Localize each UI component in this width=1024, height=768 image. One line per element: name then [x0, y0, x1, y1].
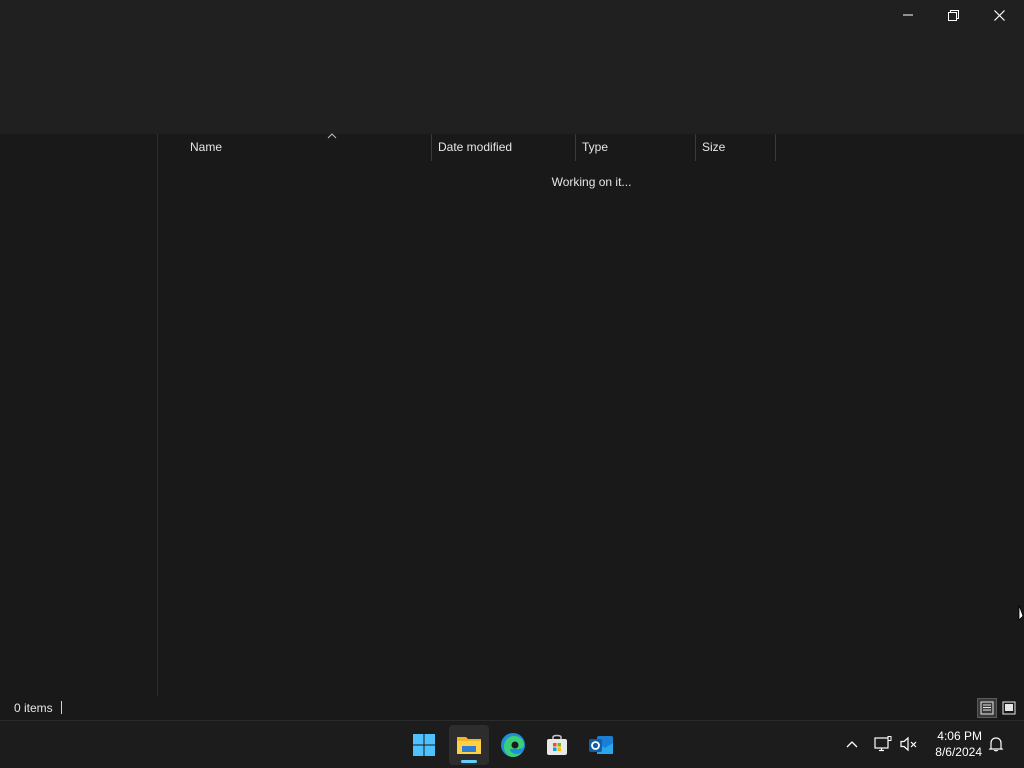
column-header-size[interactable]: Size	[695, 134, 775, 161]
volume-muted-icon	[900, 736, 917, 752]
taskbar-file-explorer[interactable]	[449, 725, 489, 765]
microsoft-store-icon	[547, 734, 567, 755]
close-icon	[993, 9, 1005, 21]
notification-button[interactable]	[985, 733, 1007, 755]
column-date-modified-label: Date modified	[438, 140, 513, 154]
navigation-pane[interactable]	[0, 134, 158, 696]
network-button[interactable]	[872, 733, 894, 755]
mouse-cursor-icon	[1018, 604, 1024, 621]
column-name-label: Name	[190, 140, 223, 154]
restore-button[interactable]	[930, 0, 976, 30]
notification-icon	[988, 737, 1004, 752]
minimize-button[interactable]	[885, 0, 931, 30]
clock-time: 4:06 PM	[937, 729, 982, 743]
column-separator[interactable]	[775, 134, 776, 161]
column-type-label: Type	[582, 140, 609, 154]
active-app-indicator	[461, 760, 477, 763]
chevron-up-icon	[846, 741, 858, 748]
start-icon	[413, 734, 435, 756]
close-button[interactable]	[976, 0, 1022, 30]
title-bar	[0, 0, 1024, 134]
file-explorer-icon	[457, 737, 481, 754]
column-header-date-modified[interactable]: Date modified	[431, 134, 575, 161]
taskbar-outlook[interactable]	[581, 725, 621, 765]
file-explorer-window: Name Date modified Type Size Working on …	[0, 0, 1024, 720]
details-view-icon	[980, 701, 994, 715]
outlook-icon	[589, 736, 613, 754]
column-header-name[interactable]: Name	[183, 133, 431, 161]
start-button[interactable]	[404, 725, 444, 765]
loading-message: Working on it...	[551, 175, 632, 189]
show-hidden-icons-button[interactable]	[841, 733, 863, 755]
details-view-button[interactable]	[977, 698, 997, 718]
status-divider	[61, 701, 62, 714]
volume-button[interactable]	[898, 733, 920, 755]
taskbar-clock[interactable]: 4:06 PM 8/6/2024	[918, 728, 982, 760]
item-count: 0 items	[14, 701, 53, 715]
minimize-icon	[903, 14, 913, 16]
taskbar-microsoft-store[interactable]	[537, 725, 577, 765]
large-icons-view-icon	[1002, 701, 1016, 715]
large-icons-view-button[interactable]	[999, 698, 1019, 718]
taskbar: 4:06 PM 8/6/2024	[0, 720, 1024, 768]
chevron-up-icon	[327, 133, 337, 139]
column-header-type[interactable]: Type	[575, 134, 695, 161]
status-bar: 0 items	[0, 696, 1024, 720]
taskbar-edge[interactable]	[493, 725, 533, 765]
file-list[interactable]: Name Date modified Type Size Working on …	[159, 133, 1024, 696]
column-size-label: Size	[702, 140, 726, 154]
clock-date: 8/6/2024	[935, 745, 982, 759]
edge-icon	[501, 733, 525, 757]
network-icon	[874, 736, 892, 752]
restore-icon	[947, 9, 959, 21]
